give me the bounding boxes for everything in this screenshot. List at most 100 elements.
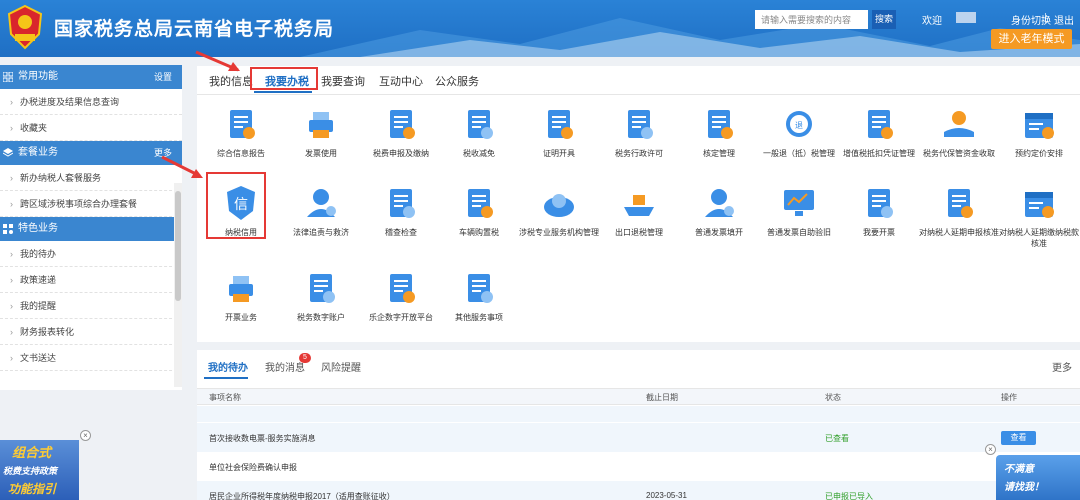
service-calendar-button[interactable]: 对纳税人延期缴纳税款核准	[999, 183, 1079, 249]
banner-line: 税费支持政策	[3, 466, 58, 476]
service-approval-button[interactable]: 核定管理	[679, 104, 759, 159]
tab-my-info[interactable]: 我的信息	[209, 73, 253, 89]
service-tax-reduction-button[interactable]: 税收减免	[439, 104, 519, 159]
service-declare-button[interactable]: 税费申报及缴纳	[361, 104, 441, 159]
service-issue-invoice-button[interactable]: 我要开票	[839, 183, 919, 238]
service-agency-button[interactable]: 涉税专业服务机构管理	[519, 183, 599, 238]
vehicle-tax-icon	[439, 183, 519, 223]
todo-panel: 我的待办 我的消息 5 风险提醒 更多 事项名称 截止日期 状态 操作 首次接收…	[197, 350, 1080, 500]
invoice-user-icon	[679, 183, 759, 223]
service-label: 一般退（抵）税管理	[763, 149, 835, 158]
close-icon[interactable]: ×	[985, 444, 996, 455]
sidebar-item[interactable]: 办税进度及结果信息查询	[0, 89, 182, 115]
banner-line: 组合式	[12, 445, 52, 460]
search-input[interactable]	[755, 10, 868, 29]
tab-risk-alert[interactable]: 风险提醒	[321, 359, 361, 374]
user-name-masked	[956, 12, 976, 23]
sidebar: 常用功能 设置 办税进度及结果信息查询 收藏夹 套餐业务 更多 新办纳税人套餐服…	[0, 65, 182, 390]
table-row[interactable]: 首次接收数电票-服务实施消息 已查看 查看	[197, 423, 1080, 452]
monitor-chart-icon	[759, 183, 839, 223]
sidebar-item[interactable]: 新办纳税人套餐服务	[0, 165, 182, 191]
service-monitor-chart-button[interactable]: 普通发票自助验旧	[759, 183, 839, 238]
section-title: 套餐业务	[18, 147, 58, 158]
certificate-icon	[519, 104, 599, 144]
table-row[interactable]: 居民企业所得税年度纳税申报2017（适用查账征收） 2023-05-31 已申报…	[197, 481, 1080, 500]
message-count-badge: 5	[299, 353, 311, 363]
logout-link[interactable]: 退出	[1054, 12, 1074, 27]
more-link[interactable]: 更多	[1052, 359, 1072, 374]
more-link[interactable]: 更多	[154, 141, 172, 165]
row-name: 居民企业所得税年度纳税申报2017（适用查账征收）	[209, 492, 395, 500]
sidebar-item[interactable]: 跨区域涉税事项综合办理套餐	[0, 191, 182, 217]
settings-link[interactable]: 设置	[154, 65, 172, 89]
service-label: 车辆购置税	[459, 228, 499, 237]
table-row-partial	[197, 406, 1080, 422]
service-export-ship-button[interactable]: 出口退税管理	[599, 183, 679, 238]
service-label: 税务数字账户	[297, 313, 345, 322]
service-invoice-user-button[interactable]: 普通发票填开	[679, 183, 759, 238]
service-printer-button[interactable]: 发票使用	[281, 104, 361, 159]
row-status: 已查看	[825, 434, 849, 443]
service-inspection-button[interactable]: 稽查检查	[361, 183, 441, 238]
column-header: 操作	[1001, 393, 1017, 402]
sidebar-section-featured[interactable]: 特色业务	[0, 217, 182, 241]
section-title: 特色业务	[18, 223, 58, 234]
grid-icon	[3, 72, 13, 82]
refund-icon: 退	[759, 104, 839, 144]
service-platform-button[interactable]: 乐企数字开放平台	[361, 268, 441, 323]
service-calendar-button[interactable]: 预约定价安排	[999, 104, 1079, 159]
sidebar-item[interactable]: 我的待办	[0, 241, 182, 267]
service-voucher-button[interactable]: 增值税抵扣凭证管理	[839, 104, 919, 159]
service-label: 证明开具	[543, 149, 575, 158]
sidebar-item[interactable]: 收藏夹	[0, 115, 182, 141]
table-row[interactable]: 单位社会保险费确认申报	[197, 452, 1080, 481]
service-vehicle-tax-button[interactable]: 车辆购置税	[439, 183, 519, 238]
view-button[interactable]: 查看	[1001, 431, 1036, 445]
service-label: 出口退税管理	[615, 228, 663, 237]
sidebar-item[interactable]: 我的提醒	[0, 293, 182, 319]
table-header: 事项名称 截止日期 状态 操作	[197, 388, 1080, 405]
column-header: 截止日期	[646, 393, 678, 402]
tab-my-todo[interactable]: 我的待办	[208, 359, 248, 374]
banner-line: 不满意	[1004, 464, 1034, 475]
service-label: 涉税专业服务机构管理	[519, 228, 599, 237]
tab-interaction[interactable]: 互动中心	[379, 73, 423, 89]
elder-mode-button[interactable]: 进入老年模式	[991, 29, 1072, 49]
service-digital-account-button[interactable]: 税务数字账户	[281, 268, 361, 323]
service-label: 综合信息报告	[217, 149, 265, 158]
highlight-box	[206, 172, 266, 239]
service-legal-button[interactable]: 法律追责与救济	[281, 183, 361, 238]
service-printer-button[interactable]: 开票业务	[201, 268, 281, 323]
service-custody-button[interactable]: 税务代保管资金收取	[919, 104, 999, 159]
approval-icon	[679, 104, 759, 144]
sidebar-item[interactable]: 文书送达	[0, 345, 182, 371]
service-certificate-button[interactable]: 证明开具	[519, 104, 599, 159]
sidebar-section-package[interactable]: 套餐业务 更多	[0, 141, 182, 165]
platform-icon	[361, 268, 441, 308]
sidebar-section-common[interactable]: 常用功能 设置	[0, 65, 182, 89]
tax-reduction-icon	[439, 104, 519, 144]
license-icon	[599, 104, 679, 144]
service-label: 税务代保管资金收取	[923, 149, 995, 158]
sidebar-item[interactable]: 财务报表转化	[0, 319, 182, 345]
tab-query[interactable]: 我要查询	[321, 73, 365, 89]
sidebar-scrollbar[interactable]	[174, 183, 182, 387]
sidebar-item[interactable]: 政策速递	[0, 267, 182, 293]
tab-my-messages[interactable]: 我的消息	[265, 359, 305, 374]
row-status: 已申报已导入	[825, 492, 873, 500]
service-extension-button[interactable]: 对纳税人延期申报核准	[919, 183, 999, 238]
service-refund-button[interactable]: 退一般退（抵）税管理	[759, 104, 839, 159]
feedback-banner[interactable]: 不满意 请找我！	[996, 455, 1080, 500]
tax-emblem-logo	[7, 4, 43, 50]
search-button[interactable]: 搜索	[872, 10, 896, 29]
service-label: 核定管理	[703, 149, 735, 158]
service-other-button[interactable]: 其他服务事项	[439, 268, 519, 323]
scrollbar-thumb[interactable]	[175, 191, 181, 301]
service-license-button[interactable]: 税务行政许可	[599, 104, 679, 159]
export-ship-icon	[599, 183, 679, 223]
service-report-button[interactable]: 综合信息报告	[201, 104, 281, 159]
tab-public-service[interactable]: 公众服务	[435, 73, 479, 89]
policy-guide-banner[interactable]: 组合式 税费支持政策 功能指引	[0, 440, 79, 500]
row-deadline: 2023-05-31	[646, 491, 687, 500]
close-icon[interactable]: ×	[80, 430, 91, 441]
